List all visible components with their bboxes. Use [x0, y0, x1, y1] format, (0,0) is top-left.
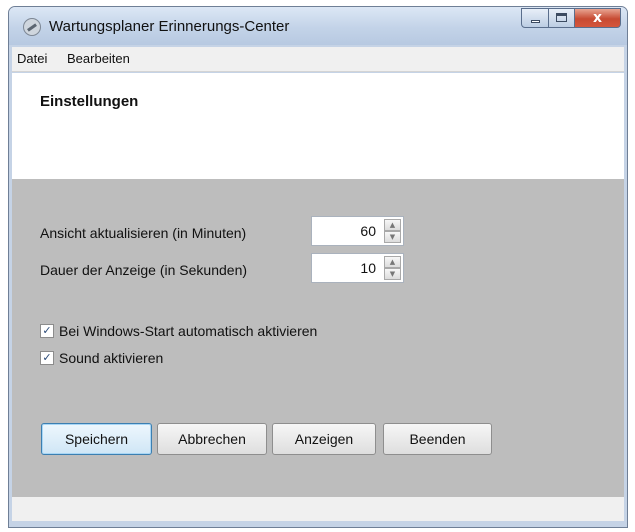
display-duration-spinner[interactable]: 10 ▲ ▼ [311, 253, 404, 283]
title-bar[interactable]: Wartungsplaner Erinnerungs-Center x [9, 7, 627, 45]
menu-bar: Datei Bearbeiten [12, 47, 624, 72]
maximize-button[interactable] [549, 8, 575, 28]
app-wrench-icon [23, 18, 41, 36]
window-title: Wartungsplaner Erinnerungs-Center [49, 18, 290, 35]
menu-datei[interactable]: Datei [17, 51, 47, 66]
spin-down-icon[interactable]: ▼ [384, 231, 401, 243]
close-icon: x [592, 10, 603, 26]
refresh-interval-spinner[interactable]: 60 ▲ ▼ [311, 216, 404, 246]
autostart-label: Bei Windows-Start automatisch aktivieren [59, 323, 318, 339]
quit-button[interactable]: Beenden [383, 423, 492, 455]
spin-up-icon[interactable]: ▲ [384, 219, 401, 231]
display-duration-stepper: ▲ ▼ [384, 256, 401, 280]
display-duration-label: Dauer der Anzeige (in Sekunden) [40, 262, 248, 278]
status-strip [12, 497, 624, 521]
app-window: Wartungsplaner Erinnerungs-Center x Date… [8, 6, 628, 528]
display-duration-value[interactable]: 10 [360, 260, 376, 276]
refresh-interval-value[interactable]: 60 [360, 223, 376, 239]
refresh-interval-label: Ansicht aktualisieren (in Minuten) [40, 225, 247, 241]
sound-checkbox[interactable]: ✓ [40, 351, 54, 365]
autostart-checkbox[interactable]: ✓ [40, 324, 54, 338]
spin-down-icon[interactable]: ▼ [384, 268, 401, 280]
minimize-button[interactable] [521, 8, 549, 28]
close-button[interactable]: x [575, 8, 621, 28]
sound-label: Sound aktivieren [59, 350, 164, 366]
header-panel: Einstellungen [12, 73, 624, 179]
show-button[interactable]: Anzeigen [272, 423, 376, 455]
refresh-interval-stepper: ▲ ▼ [384, 219, 401, 243]
menu-bearbeiten[interactable]: Bearbeiten [67, 51, 130, 66]
window-controls: x [521, 8, 621, 28]
cancel-button[interactable]: Abbrechen [157, 423, 267, 455]
spin-up-icon[interactable]: ▲ [384, 256, 401, 268]
page-title: Einstellungen [40, 93, 139, 110]
save-button[interactable]: Speichern [41, 423, 152, 455]
settings-panel: Einstellungen Ansicht aktualisieren (in … [12, 73, 624, 521]
